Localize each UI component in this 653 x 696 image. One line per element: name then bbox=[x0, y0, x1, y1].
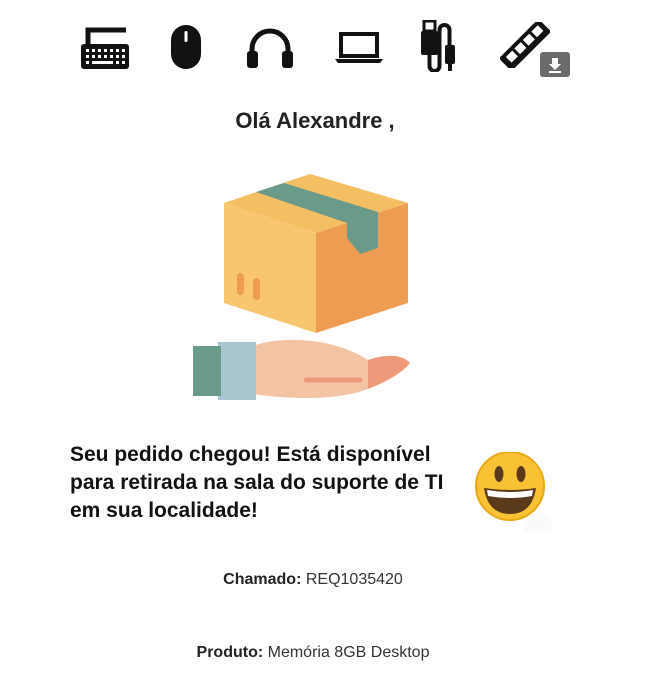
usb-cable-icon bbox=[421, 20, 455, 72]
laptop-icon bbox=[335, 32, 383, 63]
package-in-hand-icon bbox=[193, 174, 410, 400]
order-arrived-message: Seu pedido chegou! Está disponível para … bbox=[70, 443, 444, 522]
smiling-face-emoji bbox=[475, 452, 552, 532]
mouse-icon bbox=[171, 25, 201, 69]
product-label: Produto: bbox=[196, 644, 264, 661]
ticket-label: Chamado: bbox=[223, 571, 302, 588]
keyboard-icon bbox=[81, 27, 129, 69]
download-icon bbox=[549, 58, 561, 73]
product-line: Produto: Memória 8GB Desktop bbox=[0, 644, 626, 662]
ticket-number: REQ1035420 bbox=[305, 571, 403, 588]
headphones-icon bbox=[247, 28, 293, 68]
product-name: Memória 8GB Desktop bbox=[267, 644, 430, 661]
download-button[interactable] bbox=[540, 52, 570, 77]
ticket-line: Chamado: REQ1035420 bbox=[0, 571, 626, 589]
greeting-heading: Olá Alexandre , bbox=[235, 108, 395, 133]
email-body: Olá Alexandre , Seu pedido chegou! Está … bbox=[0, 0, 653, 696]
